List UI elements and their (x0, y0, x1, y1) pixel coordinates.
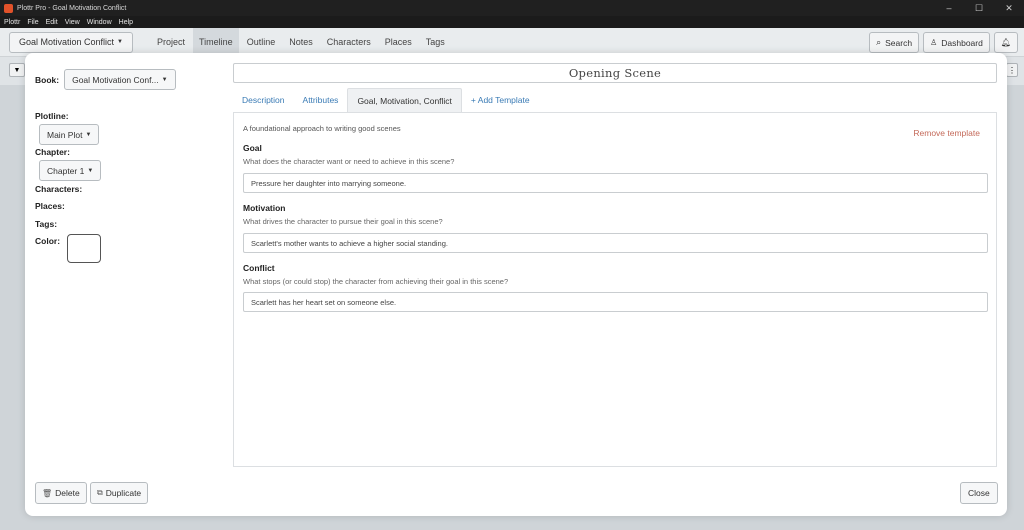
menu-edit[interactable]: Edit (46, 19, 58, 26)
duplicate-button[interactable]: ⧉ Duplicate (90, 482, 149, 504)
delete-button[interactable]: 🗑︎ Delete (35, 482, 87, 504)
goal-input[interactable]: Pressure her daughter into marrying some… (243, 173, 988, 193)
color-label: Color: (35, 236, 61, 246)
filter-icon[interactable]: ▼ (9, 63, 25, 77)
plotline-dropdown-value: Main Plot (47, 129, 83, 140)
close-button[interactable]: Close (960, 482, 998, 504)
search-button-label: Search (885, 37, 913, 48)
minimize-icon[interactable]: – (934, 0, 964, 16)
motivation-description: What drives the character to pursue thei… (243, 217, 443, 226)
caret-down-icon: ▼ (87, 167, 94, 174)
tab-goal-motivation-conflict[interactable]: Goal, Motivation, Conflict (347, 88, 462, 112)
plottr-app-icon (4, 3, 13, 13)
maximize-icon[interactable]: ☐ (964, 0, 994, 16)
delete-button-label: Delete (55, 488, 80, 498)
close-icon[interactable]: ✕ (994, 0, 1024, 16)
chapter-dropdown[interactable]: Chapter 1 ▼ (39, 160, 102, 181)
menu-plottr[interactable]: Plottr (4, 19, 20, 26)
book-selector-label: Goal Motivation Conflict (19, 37, 115, 47)
tab-description[interactable]: Description (233, 88, 294, 112)
menu-help[interactable]: Help (119, 19, 133, 26)
book-dropdown[interactable]: Goal Motivation Conf... ▼ (64, 69, 176, 90)
template-panel: A foundational approach to writing good … (233, 112, 997, 467)
book-selector-button[interactable]: Goal Motivation Conflict ▼ (9, 31, 133, 53)
remove-template-link[interactable]: Remove template (913, 128, 980, 138)
book-label: Book: (35, 74, 60, 85)
motivation-heading: Motivation (243, 203, 286, 213)
color-picker-swatch[interactable] (67, 234, 101, 263)
plotline-dropdown[interactable]: Main Plot ▼ (39, 124, 100, 145)
user-icon: ♙ (930, 38, 938, 47)
conflict-description: What stops (or could stop) the character… (243, 277, 509, 286)
chapter-label: Chapter: (35, 147, 70, 157)
scene-tabs: Description Attributes Goal, Motivation,… (233, 88, 997, 112)
tags-label[interactable]: Tags: (35, 219, 57, 229)
caret-down-icon: ▼ (117, 39, 123, 45)
window-title: Plottr Pro - Goal Motivation Conflict (17, 4, 127, 12)
trash-icon: 🗑︎ (42, 488, 53, 498)
dashboard-button-label: Dashboard (941, 37, 983, 48)
book-dropdown-value: Goal Motivation Conf... (72, 74, 159, 85)
copy-icon: ⧉ (97, 488, 103, 497)
places-label[interactable]: Places: (35, 201, 65, 211)
characters-label[interactable]: Characters: (35, 184, 82, 194)
conflict-input[interactable]: Scarlett has her heart set on someone el… (243, 292, 988, 312)
menubar: Plottr File Edit View Window Help (0, 16, 1024, 28)
add-template-link[interactable]: + Add Template (462, 88, 539, 112)
bell-icon: 🔔︎ (1000, 38, 1011, 47)
search-icon: ⌕ (876, 37, 882, 47)
dashboard-button[interactable]: ♙ Dashboard (923, 32, 990, 53)
scene-title-input[interactable]: Opening Scene (233, 63, 997, 83)
notifications-button[interactable]: 🔔︎ (993, 32, 1018, 53)
more-options-icon[interactable]: ⋮ (1006, 63, 1018, 77)
goal-heading: Goal (243, 143, 262, 153)
window-titlebar: Plottr Pro - Goal Motivation Conflict – … (0, 0, 1024, 16)
search-button[interactable]: ⌕ Search (869, 32, 920, 53)
menu-window[interactable]: Window (87, 19, 112, 26)
duplicate-button-label: Duplicate (105, 488, 142, 498)
scene-edit-modal: Book: Goal Motivation Conf... ▼ Plotline… (25, 53, 1007, 516)
menu-file[interactable]: File (27, 19, 38, 26)
caret-down-icon: ▼ (85, 131, 92, 138)
caret-down-icon: ▼ (161, 76, 168, 83)
menu-view[interactable]: View (65, 19, 80, 26)
conflict-heading: Conflict (243, 263, 275, 273)
goal-description: What does the character want or need to … (243, 157, 455, 166)
tab-attributes[interactable]: Attributes (294, 88, 348, 112)
plotline-label: Plotline: (35, 111, 69, 121)
chapter-dropdown-value: Chapter 1 (47, 165, 85, 176)
motivation-input[interactable]: Scarlett's mother wants to achieve a hig… (243, 233, 988, 253)
template-intro-text: A foundational approach to writing good … (243, 124, 401, 133)
